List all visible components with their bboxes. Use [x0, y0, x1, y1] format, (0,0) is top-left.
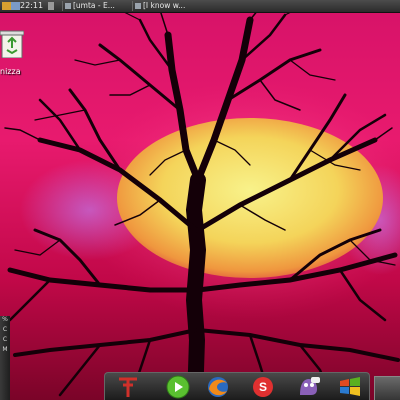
skype-icon[interactable]: S	[250, 375, 276, 399]
svg-text:S: S	[259, 380, 267, 394]
side-panel: % C C M	[0, 316, 10, 400]
side-panel-item[interactable]: C	[0, 336, 10, 346]
wallpaper-sunset-tree	[0, 0, 400, 400]
top-panel: 22:11 [umta - E... [I know w...	[0, 0, 400, 13]
window-icon	[135, 3, 141, 9]
volume-icon[interactable]	[48, 2, 54, 10]
desktop-icon-nizza[interactable]: nizza	[0, 28, 32, 76]
clock[interactable]: 22:11	[20, 0, 43, 12]
side-panel-item[interactable]	[0, 356, 10, 366]
side-panel-item[interactable]: %	[0, 316, 10, 326]
taskbar-item-i-know[interactable]: [I know w...	[132, 1, 213, 11]
pidgin-icon[interactable]	[295, 375, 321, 399]
windows-logo-icon[interactable]	[337, 375, 363, 399]
desktop-icon-label: nizza	[0, 67, 21, 76]
side-panel-item[interactable]: M	[0, 346, 10, 356]
tool-icon[interactable]	[115, 375, 141, 399]
desktop-switcher-icon[interactable]	[374, 376, 400, 400]
desktop: 22:11 [umta - E... [I know w... nizza % …	[0, 0, 400, 400]
applications-menu-icon[interactable]	[2, 2, 11, 10]
taskbar-item-umta[interactable]: [umta - E...	[62, 1, 143, 11]
side-panel-item[interactable]: C	[0, 326, 10, 336]
taskbar-item-label: [I know w...	[143, 1, 186, 10]
dock: S	[104, 372, 370, 400]
media-play-icon[interactable]	[165, 375, 191, 399]
window-icon	[65, 3, 71, 9]
show-desktop-icon[interactable]	[11, 2, 20, 10]
firefox-icon[interactable]	[205, 375, 231, 399]
taskbar-item-label: [umta - E...	[73, 1, 115, 10]
recycle-bin-icon	[0, 30, 24, 58]
